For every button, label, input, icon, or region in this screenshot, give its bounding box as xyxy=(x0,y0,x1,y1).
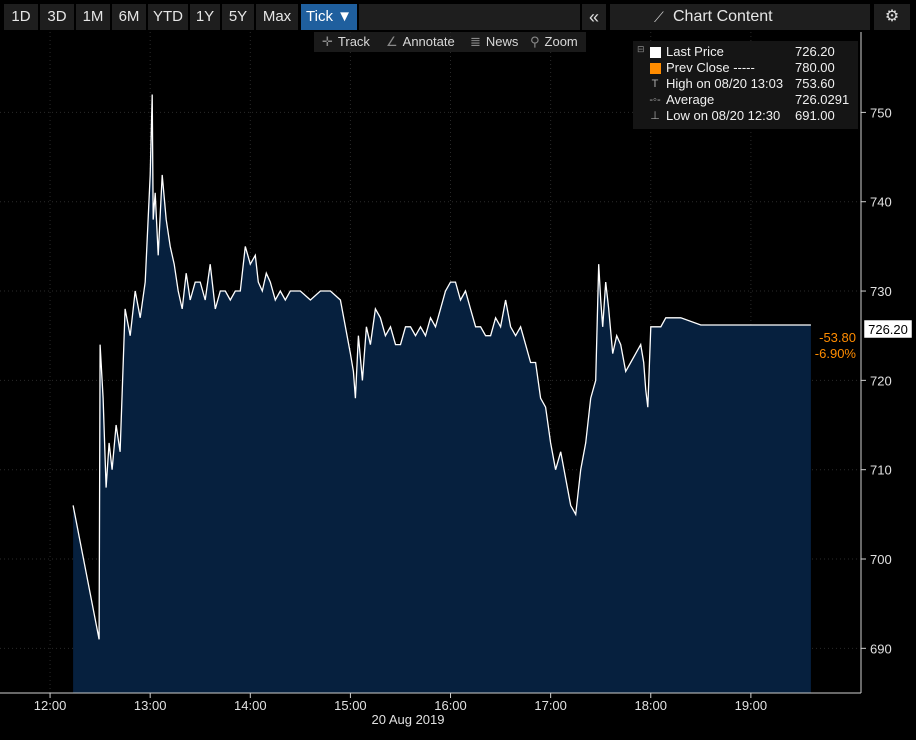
legend-last-price-value: 726.20 xyxy=(795,44,835,59)
x-axis: 12:00 13:00 14:00 15:00 16:00 17:00 18:00 19:00 xyxy=(34,693,767,713)
legend-average-label: Average xyxy=(666,92,715,107)
change-value: -53.80 xyxy=(819,330,856,345)
x-tick-label: 14:00 xyxy=(234,698,267,713)
legend-prev-close-label: Prev Close ----- xyxy=(666,60,755,75)
legend-prev-close-value: 780.00 xyxy=(795,60,835,75)
y-tick-label: 730 xyxy=(870,284,892,299)
y-tick-label: 710 xyxy=(870,463,892,478)
legend-low-label: Low on 08/20 12:30 xyxy=(666,108,781,123)
y-tick-label: 700 xyxy=(870,552,892,567)
legend-row-last-price: Last Price 726.20 xyxy=(633,44,858,60)
low-marker-icon: ⊥ xyxy=(650,110,660,122)
prev-close-swatch xyxy=(650,63,661,74)
legend-average-value: 726.0291 xyxy=(795,92,850,107)
x-tick-label: 17:00 xyxy=(534,698,567,713)
legend-row-prev-close: Prev Close ----- 780.00 xyxy=(633,60,858,76)
legend-row-low: ⊥ Low on 08/20 12:30 691.00 xyxy=(633,108,858,124)
last-price-badge: 726.20 xyxy=(868,322,908,337)
legend-row-average: -◦- Average 726.0291 xyxy=(633,92,858,108)
high-marker-icon: T xyxy=(651,78,659,90)
change-percent: -6.90% xyxy=(815,346,857,361)
y-tick-label: 720 xyxy=(870,373,892,388)
x-tick-label: 13:00 xyxy=(134,698,167,713)
legend-low-value: 691.00 xyxy=(795,108,835,123)
legend-high-label: High on 08/20 13:03 xyxy=(666,76,784,91)
legend-row-high: T High on 08/20 13:03 753.60 xyxy=(633,76,858,92)
x-tick-label: 18:00 xyxy=(634,698,667,713)
legend-high-value: 753.60 xyxy=(795,76,835,91)
x-tick-label: 16:00 xyxy=(434,698,467,713)
last-price-swatch xyxy=(650,47,661,58)
price-area xyxy=(73,94,811,693)
x-tick-label: 15:00 xyxy=(334,698,367,713)
legend-last-price-label: Last Price xyxy=(666,44,724,59)
y-tick-label: 690 xyxy=(870,641,892,656)
y-tick-label: 750 xyxy=(870,105,892,120)
x-axis-title: 20 Aug 2019 xyxy=(371,712,444,727)
y-tick-label: 740 xyxy=(870,195,892,210)
chart-legend: ⊟ Last Price 726.20 Prev Close ----- 780… xyxy=(633,41,858,129)
x-tick-label: 19:00 xyxy=(735,698,768,713)
y-axis: 690 700 710 720 730 740 750 xyxy=(861,105,892,656)
average-marker-icon: -◦- xyxy=(649,94,661,106)
x-tick-label: 12:00 xyxy=(34,698,67,713)
